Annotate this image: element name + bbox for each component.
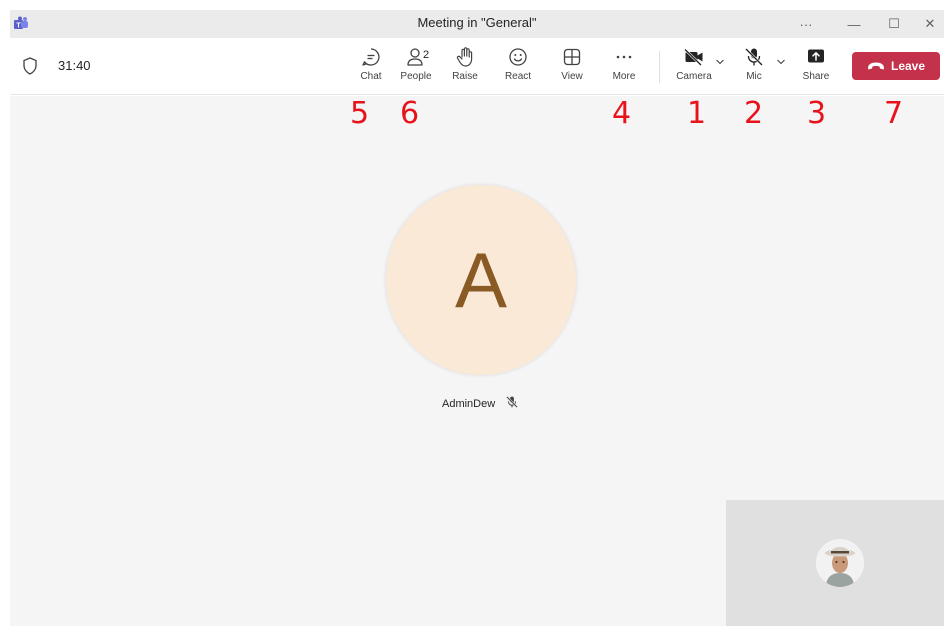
- view-label: View: [561, 71, 583, 82]
- grid-view-icon: [563, 48, 581, 66]
- title-bar: T Meeting in "General" ··· — ☐ ✕: [10, 10, 944, 38]
- share-screen-icon: [808, 49, 824, 63]
- mic-label: Mic: [746, 71, 762, 82]
- self-avatar: [816, 539, 864, 587]
- self-avatar-photo-icon: [816, 539, 864, 587]
- raise-label: Raise: [452, 71, 478, 82]
- avatar-initial: A: [454, 235, 508, 324]
- meeting-timer: 31:40: [58, 58, 91, 73]
- minimize-button[interactable]: —: [836, 10, 872, 38]
- leave-button[interactable]: Leave: [852, 52, 940, 80]
- toolbar-divider: [659, 51, 660, 83]
- react-button[interactable]: React: [494, 46, 542, 88]
- leave-label: Leave: [890, 59, 926, 73]
- camera-button[interactable]: Camera: [670, 46, 718, 88]
- mic-off-icon: [745, 48, 763, 66]
- share-label: Share: [802, 71, 830, 82]
- maximize-button[interactable]: ☐: [876, 10, 912, 38]
- mic-button[interactable]: Mic: [730, 46, 778, 88]
- camera-options-chevron-icon[interactable]: [715, 58, 725, 66]
- more-label: More: [612, 71, 636, 82]
- shield-icon: [23, 57, 37, 75]
- participant-muted-mic-icon: [506, 396, 518, 408]
- mic-options-chevron-icon[interactable]: [776, 58, 786, 66]
- more-button[interactable]: More: [600, 46, 648, 88]
- annotation-leave-number: 7: [884, 96, 904, 131]
- hang-up-icon: [867, 62, 884, 70]
- smiley-icon: [509, 48, 527, 66]
- close-window-button[interactable]: ✕: [912, 10, 944, 38]
- view-button[interactable]: View: [548, 46, 596, 88]
- teams-meeting-window: T Meeting in "General" ··· — ☐ ✕ 31:40 C…: [0, 0, 944, 626]
- participant-name: AdminDew: [442, 398, 496, 410]
- raise-hand-icon: [456, 47, 473, 67]
- react-label: React: [504, 71, 532, 82]
- annotation-share-number: 3: [807, 96, 827, 131]
- ellipsis-icon: [616, 55, 632, 59]
- annotation-camera-number: 1: [687, 96, 707, 131]
- self-view-tile[interactable]: [726, 500, 944, 626]
- people-count: 2: [423, 49, 430, 61]
- chat-label: Chat: [360, 71, 382, 82]
- camera-off-icon: [684, 48, 703, 66]
- meeting-toolbar: 31:40 Chat 2 People Raise React View Mor…: [10, 38, 944, 95]
- chat-button[interactable]: Chat: [347, 46, 395, 88]
- camera-label: Camera: [676, 71, 712, 82]
- people-label: People: [400, 71, 432, 82]
- window-more-button[interactable]: ···: [788, 10, 824, 38]
- raise-hand-button[interactable]: Raise: [441, 46, 489, 88]
- people-button[interactable]: 2 People: [392, 46, 440, 88]
- annotation-more-number: 4: [612, 96, 632, 131]
- share-button[interactable]: Share: [792, 46, 840, 88]
- annotation-mic-number: 2: [744, 96, 764, 131]
- annotation-people-number: 6: [400, 96, 420, 131]
- chat-icon: [362, 48, 380, 66]
- annotation-chat-number: 5: [350, 96, 370, 131]
- participant-avatar: A: [386, 185, 576, 375]
